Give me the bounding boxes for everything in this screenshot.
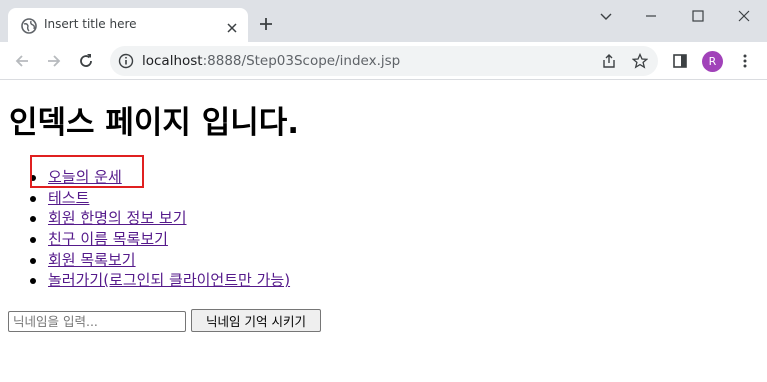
list-bullet (30, 237, 36, 244)
link-play[interactable]: 놀러가기(로그인되 클라이언트만 가능) (48, 271, 290, 289)
link-list: 오늘의 운세 테스트 회원 한명의 정보 보기 친구 이름 목록보기 회원 목록… (28, 167, 290, 291)
share-icon[interactable] (601, 53, 617, 69)
link-friend-names[interactable]: 친구 이름 목록보기 (48, 230, 168, 248)
page-content: 인덱스 페이지 입니다. 오늘의 운세 테스트 회원 한명의 정보 보기 친구 … (0, 81, 767, 382)
browser-toolbar: localhost:8888/Step03Scope/index.jsp R (0, 42, 767, 80)
remember-nickname-button[interactable]: 닉네임 기억 시키기 (191, 309, 321, 332)
minimize-icon[interactable] (641, 6, 661, 26)
link-member-list[interactable]: 회원 목록보기 (48, 251, 136, 269)
close-window-icon[interactable] (734, 6, 754, 26)
page-heading: 인덱스 페이지 입니다. (9, 105, 300, 141)
bookmark-star-icon[interactable] (631, 52, 649, 69)
list-item-member-info: 회원 한명의 정보 보기 (28, 208, 290, 229)
url-host: localhost (142, 53, 203, 69)
reload-icon[interactable] (77, 52, 95, 70)
list-item-test: 테스트 (28, 188, 290, 209)
forward-arrow-icon[interactable] (45, 52, 63, 70)
list-bullet (30, 216, 36, 223)
close-tab-icon[interactable] (226, 19, 238, 33)
tab-title: Insert title here (44, 17, 137, 31)
maximize-icon[interactable] (688, 6, 708, 26)
side-panel-icon[interactable] (672, 53, 688, 69)
list-bullet (30, 175, 36, 181)
link-member-info[interactable]: 회원 한명의 정보 보기 (48, 209, 187, 227)
nickname-input[interactable] (8, 311, 186, 332)
globe-icon (21, 18, 37, 34)
url-path: :8888/Step03Scope/index.jsp (202, 53, 401, 69)
link-fortune[interactable]: 오늘의 운세 (48, 168, 122, 186)
tab-search-chevron-icon[interactable] (596, 6, 616, 26)
list-bullet (30, 195, 36, 202)
profile-avatar[interactable]: R (702, 51, 723, 72)
url-text: localhost:8888/Step03Scope/index.jsp (142, 53, 400, 69)
browser-tab[interactable]: Insert title here (8, 8, 248, 42)
more-menu-icon[interactable] (737, 53, 753, 69)
new-tab-icon[interactable] (258, 16, 274, 32)
site-info-icon[interactable] (118, 53, 134, 69)
list-item-fortune: 오늘의 운세 (28, 167, 290, 188)
list-item-friend-names: 친구 이름 목록보기 (28, 229, 290, 250)
list-bullet (30, 278, 36, 285)
tab-strip: Insert title here (0, 0, 767, 42)
back-arrow-icon[interactable] (13, 52, 31, 70)
list-item-member-list: 회원 목록보기 (28, 250, 290, 271)
list-bullet (30, 257, 36, 264)
link-test[interactable]: 테스트 (48, 189, 89, 207)
list-item-play: 놀러가기(로그인되 클라이언트만 가능) (28, 270, 290, 291)
address-bar[interactable]: localhost:8888/Step03Scope/index.jsp (110, 46, 658, 76)
